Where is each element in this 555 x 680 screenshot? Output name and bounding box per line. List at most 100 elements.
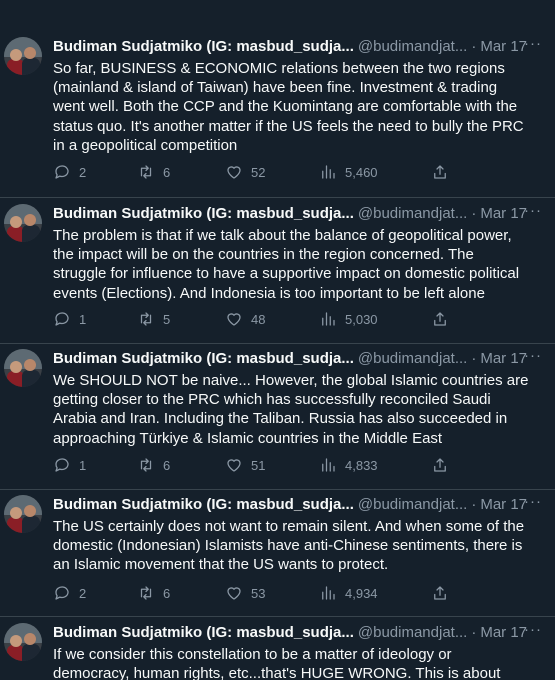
reply-button[interactable]: 1 (53, 455, 86, 475)
views-button[interactable]: 4,833 (319, 455, 378, 475)
heart-icon (227, 313, 241, 326)
avatar[interactable] (4, 204, 42, 242)
tweet-text: If we consider this constellation to be … (53, 646, 501, 680)
reply-count: 1 (79, 311, 87, 327)
tweet[interactable]: Budiman Sudjatmiko (IG: masbud_sudja... @… (0, 0, 555, 198)
tweet[interactable]: Budiman Sudjatmiko (IG: masbud_sudja... @… (0, 344, 555, 490)
like-count: 48 (251, 311, 266, 327)
avatar[interactable] (4, 623, 42, 661)
more-icon[interactable]: ··· (523, 622, 543, 643)
tweet-actions: 1 6 51 4,833 (53, 455, 453, 475)
share-button[interactable] (431, 455, 449, 475)
tweet-actions: 2 6 53 4,934 (53, 583, 453, 603)
retweet-icon (140, 586, 152, 600)
like-count: 51 (251, 457, 266, 473)
reply-count: 1 (79, 457, 87, 473)
avatar[interactable] (4, 349, 42, 387)
views-button[interactable]: 5,460 (319, 162, 378, 182)
retweet-count: 6 (163, 585, 171, 601)
avatar[interactable] (4, 495, 42, 533)
heart-icon (227, 459, 241, 472)
retweet-button[interactable]: 6 (137, 162, 170, 182)
author-name[interactable]: Budiman Sudjatmiko (IG: masbud_sudja... (53, 350, 354, 367)
author-name[interactable]: Budiman Sudjatmiko (IG: masbud_sudja... (53, 624, 354, 641)
share-icon (434, 312, 446, 326)
share-button[interactable] (431, 309, 449, 329)
share-button[interactable] (431, 583, 449, 603)
reply-icon (55, 165, 69, 179)
view-count: 5,460 (345, 164, 378, 180)
tweet-text: The problem is that if we talk about the… (53, 227, 520, 302)
retweet-button[interactable]: 6 (137, 455, 170, 475)
like-button[interactable]: 53 (225, 583, 265, 603)
more-icon[interactable]: ··· (523, 348, 543, 369)
tweet-date[interactable]: Mar 17 (480, 350, 527, 367)
like-count: 53 (251, 585, 266, 601)
more-icon[interactable]: ··· (523, 203, 543, 224)
tweet-actions: 2 6 52 5,460 (53, 162, 453, 182)
share-icon (434, 586, 446, 600)
avatar[interactable] (4, 37, 42, 75)
retweet-count: 6 (163, 457, 171, 473)
tweet[interactable]: Budiman Sudjatmiko (IG: masbud_sudja... @… (0, 198, 555, 344)
heart-icon (227, 166, 241, 179)
retweet-button[interactable]: 6 (137, 583, 170, 603)
tweet-header: Budiman Sudjatmiko (IG: masbud_sudja... @… (53, 495, 543, 515)
author-handle[interactable]: @budimandjat... (358, 38, 467, 55)
reply-icon (55, 458, 69, 472)
view-count: 5,030 (345, 311, 378, 327)
reply-button[interactable]: 1 (53, 309, 86, 329)
retweet-icon (140, 165, 152, 179)
views-icon (322, 312, 335, 326)
tweet-header: Budiman Sudjatmiko (IG: masbud_sudja... @… (53, 623, 543, 643)
tweet-date[interactable]: Mar 17 (480, 205, 527, 222)
tweet-actions: 1 5 48 5,030 (53, 309, 453, 329)
retweet-count: 6 (163, 164, 171, 180)
reply-button[interactable]: 2 (53, 162, 86, 182)
author-handle[interactable]: @budimandjat... (358, 496, 467, 513)
tweet-text: We SHOULD NOT be naive... However, the g… (53, 372, 529, 447)
tweet[interactable]: Budiman Sudjatmiko (IG: masbud_sudja... @… (0, 490, 555, 617)
separator-dot: · (471, 624, 477, 641)
more-icon[interactable]: ··· (523, 36, 543, 57)
views-button[interactable]: 4,934 (319, 583, 378, 603)
author-handle[interactable]: @budimandjat... (358, 205, 467, 222)
separator-dot: · (471, 38, 477, 55)
author-name[interactable]: Budiman Sudjatmiko (IG: masbud_sudja... (53, 205, 354, 222)
reply-button[interactable]: 2 (53, 583, 86, 603)
separator-dot: · (471, 350, 477, 367)
share-icon (434, 165, 446, 179)
separator-dot: · (471, 496, 477, 513)
like-button[interactable]: 48 (225, 309, 265, 329)
tweet-date[interactable]: Mar 17 (480, 38, 527, 55)
tweet-text: So far, BUSINESS & ECONOMIC relations be… (53, 60, 524, 154)
tweet-date[interactable]: Mar 17 (480, 624, 527, 641)
tweet-date[interactable]: Mar 17 (480, 496, 527, 513)
views-button[interactable]: 5,030 (319, 309, 378, 329)
tweet-header: Budiman Sudjatmiko (IG: masbud_sudja... @… (53, 204, 543, 224)
tweet-header: Budiman Sudjatmiko (IG: masbud_sudja... @… (53, 37, 543, 57)
views-icon (322, 586, 335, 600)
reply-count: 2 (79, 164, 87, 180)
views-icon (322, 458, 335, 472)
author-handle[interactable]: @budimandjat... (358, 350, 467, 367)
tweet-header: Budiman Sudjatmiko (IG: masbud_sudja... @… (53, 349, 543, 369)
author-handle[interactable]: @budimandjat... (358, 624, 467, 641)
tweet[interactable]: Budiman Sudjatmiko (IG: masbud_sudja... @… (0, 617, 555, 680)
view-count: 4,934 (345, 585, 378, 601)
retweet-button[interactable]: 5 (137, 309, 170, 329)
reply-icon (55, 586, 69, 600)
view-count: 4,833 (345, 457, 378, 473)
more-icon[interactable]: ··· (523, 494, 543, 515)
views-icon (322, 165, 335, 179)
heart-icon (227, 587, 241, 600)
author-name[interactable]: Budiman Sudjatmiko (IG: masbud_sudja... (53, 496, 354, 513)
share-button[interactable] (431, 162, 449, 182)
like-button[interactable]: 51 (225, 455, 265, 475)
like-button[interactable]: 52 (225, 162, 265, 182)
retweet-icon (140, 458, 152, 472)
author-name[interactable]: Budiman Sudjatmiko (IG: masbud_sudja... (53, 38, 354, 55)
share-icon (434, 458, 446, 472)
tweet-text: The US certainly does not want to remain… (53, 518, 525, 574)
separator-dot: · (471, 205, 477, 222)
